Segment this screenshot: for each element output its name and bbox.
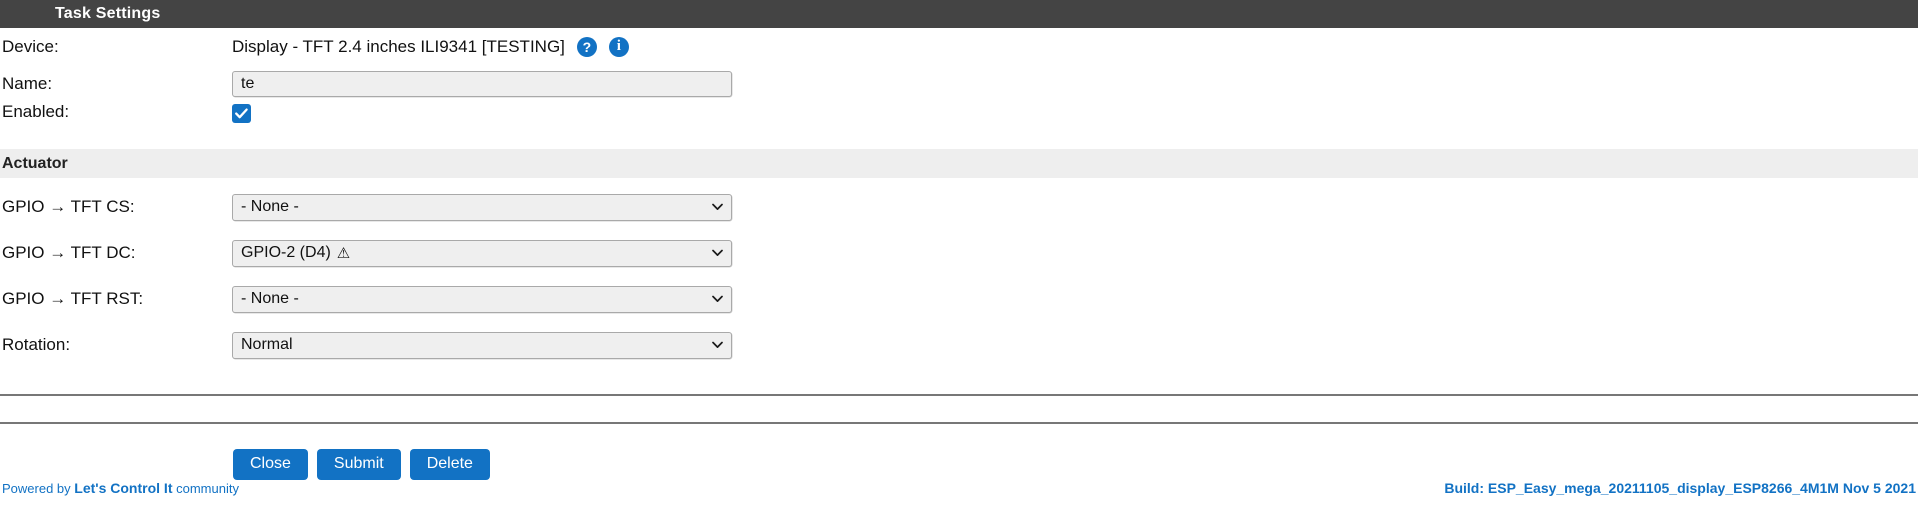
lets-control-it-link[interactable]: Let's Control It	[74, 480, 172, 496]
page-footer: Powered by Let's Control It community Bu…	[0, 480, 1918, 496]
page-title: Task Settings	[55, 5, 161, 22]
enabled-label: Enabled:	[2, 102, 70, 121]
gpio-tft-dc-field-group: GPIO-2 (D4) ⚠	[232, 239, 1918, 267]
powered-by-suffix: community	[172, 481, 239, 496]
task-settings-form: Device: Display - TFT 2.4 inches ILI9341…	[0, 28, 1918, 480]
build-info: Build: ESP_Easy_mega_20211105_display_ES…	[1444, 480, 1916, 496]
divider-top	[0, 394, 1918, 396]
close-button[interactable]: Close	[233, 449, 308, 480]
actuator-section-title: Actuator	[2, 154, 68, 172]
gpio-tft-rst-value: - None -	[241, 290, 299, 307]
name-field-group	[232, 70, 1918, 97]
form-actions: Close Submit Delete	[0, 449, 1918, 480]
rotation-value: Normal	[241, 336, 293, 353]
gpio-tft-rst-label: GPIO → TFT RST:	[2, 289, 144, 308]
gpio-tft-cs-select[interactable]: - None -	[232, 193, 732, 221]
powered-by-prefix: Powered by	[2, 481, 75, 496]
gpio-tft-dc-label: GPIO → TFT DC:	[2, 243, 136, 262]
name-input[interactable]	[232, 70, 732, 97]
gpio-tft-cs-field-group: - None -	[232, 193, 1918, 221]
rotation-field-group: Normal	[232, 331, 1918, 359]
rotation-label: Rotation:	[2, 335, 71, 354]
gpio-tft-dc-value: GPIO-2 (D4)	[241, 244, 331, 261]
gpio-tft-dc-select[interactable]: GPIO-2 (D4) ⚠	[232, 239, 732, 267]
enabled-field-group	[232, 102, 1918, 123]
actuator-section-header: Actuator	[0, 149, 1918, 178]
gpio-tft-cs-label: GPIO → TFT CS:	[2, 197, 135, 216]
gpio-tft-cs-row: GPIO → TFT CS: - None -	[0, 184, 1918, 230]
task-settings-header-bar: Task Settings	[0, 0, 1918, 28]
gpio-tft-rst-field-group: - None -	[232, 285, 1918, 313]
rotation-select-wrap: Normal	[232, 331, 732, 359]
powered-by-text: Powered by Let's Control It community	[2, 480, 239, 496]
gpio-tft-dc-warning-icon: ⚠	[336, 245, 351, 262]
rotation-row: Rotation: Normal	[0, 322, 1918, 368]
gpio-tft-dc-select-wrap: GPIO-2 (D4) ⚠	[232, 239, 732, 267]
submit-button[interactable]: Submit	[316, 449, 401, 480]
delete-button[interactable]: Delete	[409, 449, 490, 480]
rotation-select[interactable]: Normal	[232, 331, 732, 359]
gpio-tft-rst-select[interactable]: - None -	[232, 285, 732, 313]
enabled-checkbox[interactable]	[232, 104, 251, 123]
gpio-tft-cs-value: - None -	[241, 198, 299, 215]
device-label: Device:	[2, 36, 59, 56]
name-row: Name:	[0, 65, 1918, 102]
divider-bottom	[0, 422, 1918, 424]
check-icon	[235, 108, 248, 119]
name-label: Name:	[2, 73, 53, 93]
gpio-tft-rst-select-wrap: - None -	[232, 285, 732, 313]
gpio-tft-cs-select-wrap: - None -	[232, 193, 732, 221]
gpio-tft-dc-row: GPIO → TFT DC: GPIO-2 (D4) ⚠	[0, 230, 1918, 276]
enabled-row: Enabled:	[0, 102, 1918, 144]
device-value-group: Display - TFT 2.4 inches ILI9341 [TESTIN…	[232, 36, 1918, 57]
info-icon[interactable]: i	[608, 36, 629, 57]
help-icon[interactable]: ?	[576, 36, 597, 57]
device-value: Display - TFT 2.4 inches ILI9341 [TESTIN…	[232, 36, 565, 56]
device-row: Device: Display - TFT 2.4 inches ILI9341…	[0, 28, 1918, 65]
gpio-tft-rst-row: GPIO → TFT RST: - None -	[0, 276, 1918, 322]
